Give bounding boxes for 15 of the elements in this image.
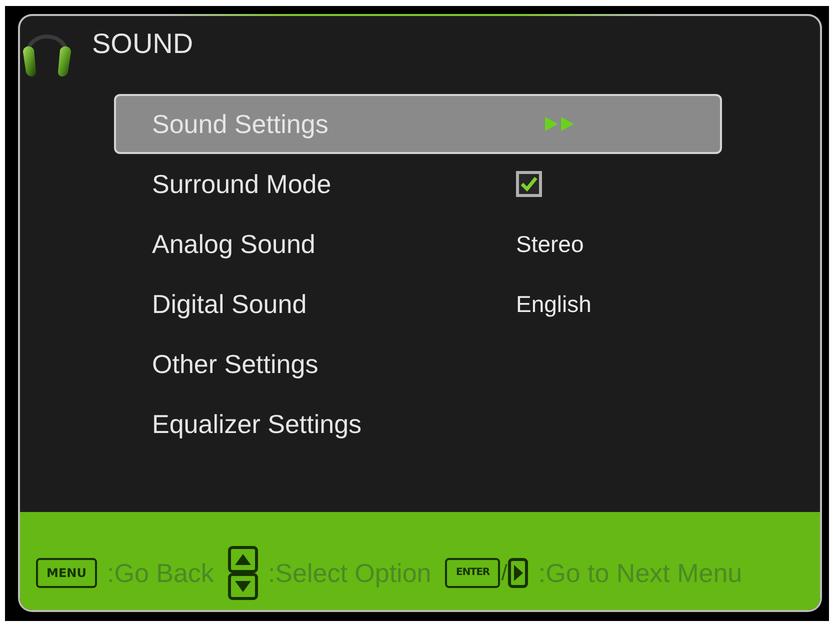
option-value: English bbox=[516, 290, 592, 318]
menu-item[interactable]: Analog Sound Stereo bbox=[114, 214, 722, 274]
double-triangle-icon bbox=[545, 117, 576, 131]
key-label: ENTER bbox=[445, 558, 500, 588]
right-key-icon bbox=[508, 558, 528, 588]
separator-text: / bbox=[501, 560, 508, 586]
menu-item[interactable]: Digital Sound English bbox=[114, 274, 722, 334]
window-title: SOUND bbox=[92, 28, 194, 60]
option-value: Stereo bbox=[516, 230, 584, 258]
menu-item[interactable]: Surround Mode bbox=[114, 154, 722, 214]
menu-item[interactable]: Other Settings bbox=[114, 334, 722, 394]
up-down-keys-icon bbox=[228, 546, 258, 600]
menu-item[interactable]: Equalizer Settings bbox=[114, 394, 722, 454]
checkbox[interactable] bbox=[516, 171, 542, 197]
key-label: MENU bbox=[36, 558, 97, 588]
